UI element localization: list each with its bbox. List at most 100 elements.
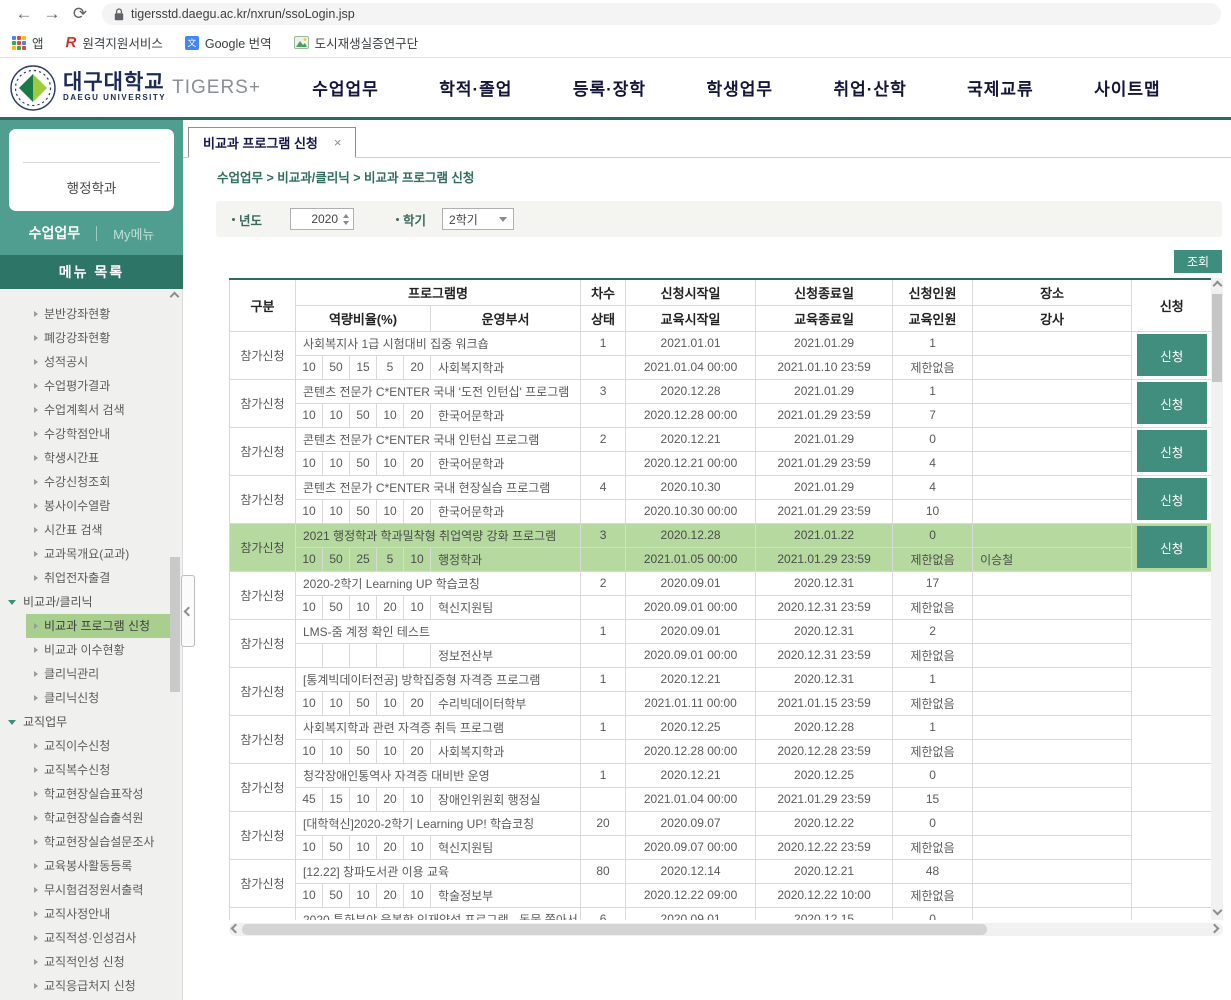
scroll-up-icon[interactable] (171, 293, 180, 302)
sidebar-item[interactable]: 학교현장실습표작성 (26, 782, 170, 806)
table-row[interactable]: 참가신청2020-2학기 Learning UP 학습코칭22020.09.01… (230, 571, 1212, 595)
sidebar-item[interactable]: 봉사이수열람 (26, 494, 170, 518)
edu-start-cell: 2020.12.28 00:00 (626, 739, 756, 763)
table-row[interactable]: 105015520사회복지학과2021.01.04 00:002021.01.1… (230, 355, 1212, 379)
bookmark-apps[interactable]: 앱 (12, 33, 44, 52)
table-row[interactable]: 1050102010혁신지원팀2020.09.07 00:002020.12.2… (230, 835, 1212, 859)
apply-button[interactable]: 신청 (1137, 526, 1207, 568)
sidebar-item-label: 취업전자출결 (44, 566, 110, 590)
table-row[interactable]: 1050102010혁신지원팀2020.09.01 00:002020.12.3… (230, 595, 1212, 619)
sidebar-item[interactable]: 교직사정안내 (26, 902, 170, 926)
table-row[interactable]: 참가신청2021 행정학과 학과밀착형 취업역량 강화 프로그램32020.12… (230, 523, 1212, 547)
forward-icon[interactable]: → (38, 1, 66, 27)
sidebar-item[interactable]: 수업계획서 검색 (26, 398, 170, 422)
apply-button[interactable]: 신청 (1137, 430, 1207, 472)
reload-icon[interactable]: ⟳ (66, 1, 94, 27)
program-table: 구분프로그램명차수신청시작일신청종료일신청인원장소신청역량비율(%)운영부서상태… (229, 278, 1211, 920)
sidebar-item[interactable]: 성적공시 (26, 350, 170, 374)
table-row[interactable]: 1010501020사회복지학과2020.12.28 00:002020.12.… (230, 739, 1212, 763)
sidebar-item[interactable]: 교직적인성 신청 (26, 950, 170, 974)
stepper-arrows-icon[interactable] (343, 209, 349, 229)
instructor-cell: 이승철 (973, 547, 1132, 571)
scroll-left-icon[interactable] (232, 925, 241, 934)
table-row[interactable]: 참가신청LMS-줌 계정 확인 테스트12020.09.012020.12.31… (230, 619, 1212, 643)
sidebar-item[interactable]: 수강학점안내 (26, 422, 170, 446)
sidebar-item[interactable]: 분반강좌현황 (26, 302, 170, 326)
semester-select[interactable]: 2학기 (442, 208, 514, 230)
table-row[interactable]: 참가신청콘텐츠 전문가 C*ENTER 국내 현장실습 프로그램42020.10… (230, 475, 1212, 499)
table-row[interactable]: 참가신청콘텐츠 전문가 C*ENTER 국내 '도전 인턴십' 프로그램3202… (230, 379, 1212, 403)
table-vertical-scrollbar[interactable] (1211, 278, 1223, 920)
apply-count-cell: 1 (893, 667, 973, 691)
table-row[interactable]: 참가신청[12.22] 창파도서관 이용 교육802020.12.142020.… (230, 859, 1212, 883)
table-row[interactable]: 참가신청사회복지학과 관련 자격증 취득 프로그램12020.12.252020… (230, 715, 1212, 739)
table-row[interactable]: 정보전산부2020.09.01 00:002020.12.31 23:59제한없… (230, 643, 1212, 667)
tab-program-apply[interactable]: 비교과 프로그램 신청 × (188, 127, 356, 158)
apply-button[interactable]: 신청 (1137, 382, 1207, 424)
sidebar-item[interactable]: 교직응급처지 신청 (26, 974, 170, 998)
nav-item-4[interactable]: 취업·산학 (833, 75, 906, 100)
table-row[interactable]: 참가신청콘텐츠 전문가 C*ENTER 국내 인턴십 프로그램22020.12.… (230, 427, 1212, 451)
sidebar-item[interactable]: 학생시간표 (26, 446, 170, 470)
apply-button[interactable]: 신청 (1137, 334, 1207, 376)
sidebar-item[interactable]: 수강신청조회 (26, 470, 170, 494)
nav-item-3[interactable]: 학생업무 (707, 75, 774, 100)
search-button[interactable]: 조회 (1174, 250, 1222, 273)
table-row[interactable]: 1010501020한국어문학과2020.12.28 00:002021.01.… (230, 403, 1212, 427)
sidebar-scroll-thumb[interactable] (170, 557, 180, 692)
sidebar-item[interactable]: 폐강강좌현황 (26, 326, 170, 350)
nav-item-0[interactable]: 수업업무 (312, 75, 379, 100)
table-row[interactable]: 1010501020한국어문학과2020.10.30 00:002021.01.… (230, 499, 1212, 523)
table-vscroll-thumb[interactable] (1212, 294, 1222, 382)
table-row[interactable]: 참가신청사회복지사 1급 시험대비 집중 워크숍12021.01.012021.… (230, 331, 1212, 355)
sidebar-item[interactable]: 학교현장실습출석원 (26, 806, 170, 830)
sidebar-item[interactable]: 시간표 검색 (26, 518, 170, 542)
table-row[interactable]: 1050102010학술정보부2020.12.22 09:002020.12.2… (230, 883, 1212, 907)
nav-item-2[interactable]: 등록·장학 (573, 75, 646, 100)
table-row[interactable]: 105025510행정학과2021.01.05 00:002021.01.29 … (230, 547, 1212, 571)
sidebar-section[interactable]: 비교과/클리닉 (0, 590, 182, 614)
sidebar-item[interactable]: 수업평가결과 (26, 374, 170, 398)
nav-item-6[interactable]: 사이트맵 (1094, 75, 1161, 100)
sidebar-item[interactable]: 교직복수신청 (26, 758, 170, 782)
sidebar-item[interactable]: 취업전자출결 (26, 566, 170, 590)
sidebar-item[interactable]: 교직적성·인성검사 (26, 926, 170, 950)
sidebar-item[interactable]: 교과목개요(교과) (26, 542, 170, 566)
table-row[interactable]: 참가신청2020 특화분야 융복합 인재양성 프로그램 - 동물 쫓아서6202… (230, 907, 1212, 920)
sidebar-item[interactable]: 교육봉사활동등록 (26, 854, 170, 878)
table-row[interactable]: 1010501020수리빅데이터학부2021.01.11 00:002021.0… (230, 691, 1212, 715)
table-horizontal-scrollbar[interactable] (229, 923, 1223, 936)
year-stepper[interactable]: 2020 (290, 208, 354, 230)
apply-button[interactable]: 신청 (1137, 478, 1207, 520)
scroll-right-icon[interactable] (1211, 925, 1220, 934)
scroll-up-icon[interactable] (1214, 282, 1223, 291)
sidebar-item[interactable]: 교직이수신청 (26, 734, 170, 758)
bookmark-google-translate[interactable]: 文 Google 번역 (185, 33, 272, 52)
table-row[interactable]: 1010501020한국어문학과2020.12.21 00:002021.01.… (230, 451, 1212, 475)
sidebar-collapse-handle[interactable] (181, 575, 195, 647)
table-row[interactable]: 4515102010장애인위원회 행정실2021.01.04 00:002021… (230, 787, 1212, 811)
university-logo[interactable]: 대구대학교 DAEGU UNIVERSITY TIGERS+ (0, 65, 262, 111)
arrow-right-icon (34, 767, 38, 773)
tab-class-work[interactable]: 수업업무 (29, 223, 81, 243)
table-row[interactable]: 참가신청청각장애인통역사 자격증 대비반 운영12020.12.212020.1… (230, 763, 1212, 787)
close-icon[interactable]: × (334, 135, 342, 150)
sidebar-item[interactable]: 클리닉관리 (26, 662, 170, 686)
sidebar-item[interactable]: 비교과 이수현황 (26, 638, 170, 662)
sidebar-item[interactable]: 비교과 프로그램 신청 (26, 614, 170, 638)
sidebar-item[interactable]: 학교현장실습설문조사 (26, 830, 170, 854)
sidebar-item[interactable]: 무시험검정원서출력 (26, 878, 170, 902)
sidebar-item[interactable]: 클리닉신청 (26, 686, 170, 710)
sidebar-section[interactable]: 교직업무 (0, 710, 182, 734)
table-hscroll-thumb[interactable] (242, 924, 987, 935)
nav-item-1[interactable]: 학적·졸업 (439, 75, 512, 100)
bookmark-remote-support[interactable]: R 원격지원서비스 (66, 33, 163, 52)
table-row[interactable]: 참가신청[통계빅데이터전공] 방학집중형 자격증 프로그램12020.12.21… (230, 667, 1212, 691)
address-bar[interactable]: tigersstd.daegu.ac.kr/nxrun/ssoLogin.jsp (102, 3, 1221, 25)
scroll-down-icon[interactable] (1214, 907, 1223, 916)
table-row[interactable]: 참가신청[대학혁신]2020-2학기 Learning UP! 학습코칭2020… (230, 811, 1212, 835)
bookmark-research-center[interactable]: 도시재생실증연구단 (294, 33, 419, 52)
back-icon[interactable]: ← (10, 1, 38, 27)
nav-item-5[interactable]: 국제교류 (967, 75, 1034, 100)
tab-my-menu[interactable]: My메뉴 (113, 224, 154, 243)
